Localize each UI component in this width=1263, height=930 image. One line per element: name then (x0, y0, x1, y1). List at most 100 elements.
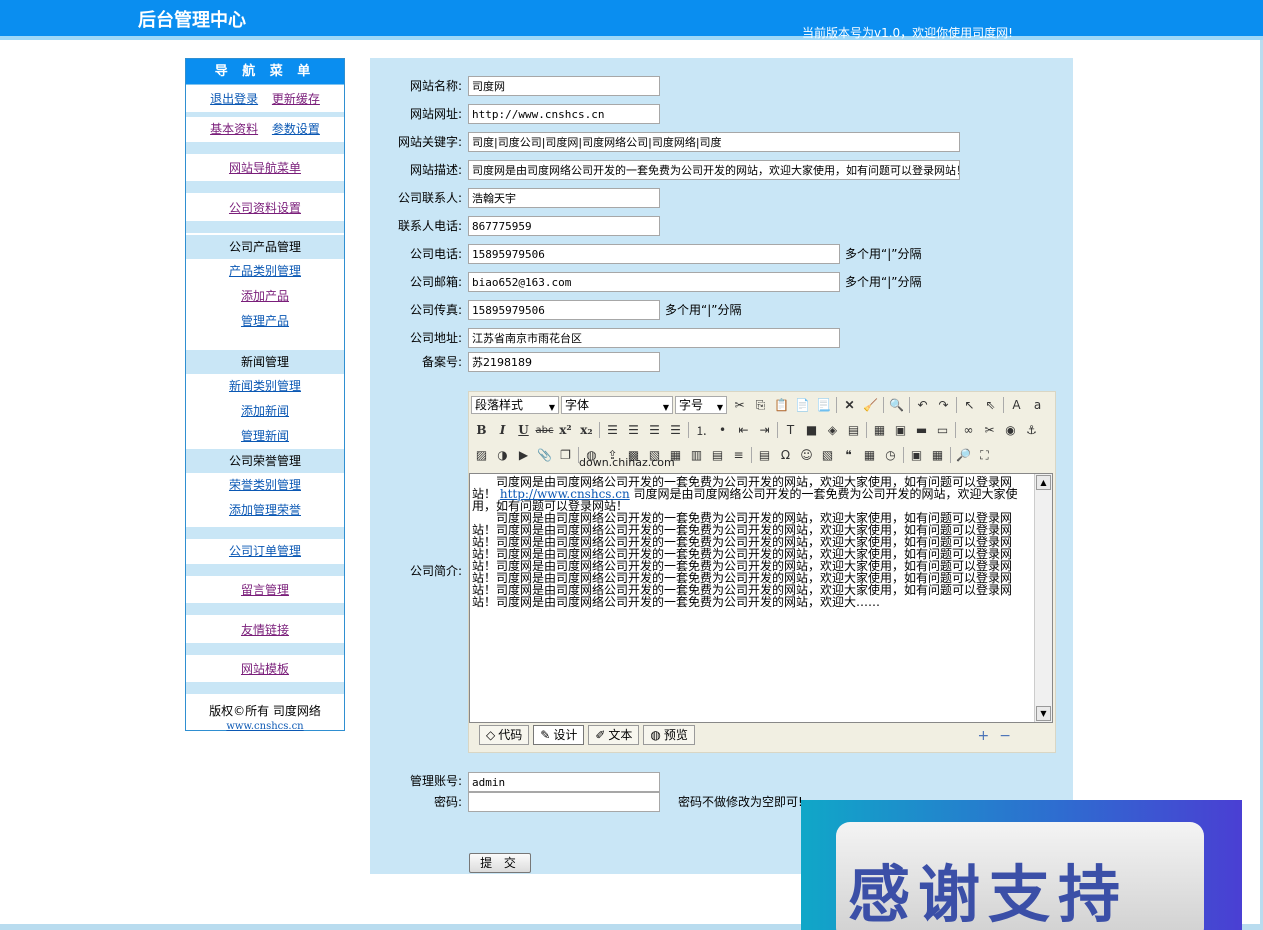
news-category-link[interactable]: 新闻类别管理 (229, 379, 301, 393)
time-icon[interactable]: ◷ (880, 445, 901, 465)
message-link[interactable]: 留言管理 (241, 583, 289, 597)
manage-product-link[interactable]: 管理产品 (241, 314, 289, 328)
indent-icon[interactable]: ⇥ (754, 420, 775, 440)
special-char-icon[interactable]: Ω (775, 445, 796, 465)
copy-icon[interactable]: ⎘ (750, 395, 771, 415)
font-select[interactable]: 字体 (561, 396, 673, 416)
email-input[interactable]: biao652@163.com (468, 272, 840, 292)
code-mode-button[interactable]: ◇ 代码 (479, 725, 530, 745)
web-link-icon[interactable]: ◉ (1000, 420, 1021, 440)
layer-icon[interactable]: ❐ (555, 445, 576, 465)
underline-icon[interactable]: U (513, 420, 534, 440)
fullscreen-icon[interactable]: ⛶ (974, 445, 995, 465)
admin-input[interactable]: admin (468, 772, 660, 792)
marquee-icon[interactable]: ▧ (817, 445, 838, 465)
align-justify-icon[interactable]: ☰ (665, 420, 686, 440)
fieldset-icon[interactable]: ▣ (906, 445, 927, 465)
paste-text-icon[interactable]: 📄 (792, 395, 813, 415)
pointer-icon[interactable]: ⇖ (980, 395, 1001, 415)
align-center-icon[interactable]: ☰ (623, 420, 644, 440)
friend-links-link[interactable]: 友情链接 (241, 623, 289, 637)
password-input[interactable] (468, 792, 660, 812)
superscript-icon[interactable]: x² (555, 420, 576, 440)
contact-phone-input[interactable]: 867775959 (468, 216, 660, 236)
text-mode-button[interactable]: ✐ 文本 (588, 725, 640, 745)
unlink-icon[interactable]: ✂ (979, 420, 1000, 440)
italic-icon[interactable]: I (492, 420, 513, 440)
paste-word-icon[interactable]: 📃 (813, 395, 834, 415)
design-mode-button[interactable]: ✎ 设计 (533, 725, 585, 745)
date-icon[interactable]: ▦ (859, 445, 880, 465)
site-nav-link[interactable]: 网站导航菜单 (229, 161, 301, 175)
ordered-list-icon[interactable]: ⒈ (691, 420, 712, 440)
fax-input[interactable]: 15895979506 (468, 300, 660, 320)
table-icon[interactable]: ▦ (869, 420, 890, 440)
paste-icon[interactable]: 📋 (771, 395, 792, 415)
add-product-link[interactable]: 添加产品 (241, 289, 289, 303)
submit-button[interactable]: 提 交 (469, 853, 531, 873)
refresh-cache-link[interactable]: 更新缓存 (272, 92, 320, 106)
image-icon[interactable]: ▨ (471, 445, 492, 465)
add-news-link[interactable]: 添加新闻 (241, 404, 289, 418)
zoom-icon[interactable]: 🔎 (953, 445, 974, 465)
clear-format-icon[interactable]: 🧹 (860, 395, 881, 415)
logout-link[interactable]: 退出登录 (210, 92, 258, 106)
scroll-up-icon[interactable]: ▲ (1036, 475, 1051, 490)
site-url-input[interactable]: http://www.cnshcs.cn (468, 104, 660, 124)
font-size-select[interactable]: 字号 (675, 396, 727, 416)
flash-icon[interactable]: ◑ (492, 445, 513, 465)
template-link[interactable]: 网站模板 (241, 662, 289, 676)
delete-icon[interactable]: ✕ (839, 395, 860, 415)
zoom-in-icon[interactable]: + (978, 728, 990, 744)
select-all-icon[interactable]: ↖ (959, 395, 980, 415)
anchor-icon[interactable]: ⚓ (1021, 420, 1042, 440)
site-name-input[interactable]: 司度网 (468, 76, 660, 96)
align-left-icon[interactable]: ☰ (602, 420, 623, 440)
hr-icon[interactable]: ▬ (911, 420, 932, 440)
add-honor-link[interactable]: 添加管理荣誉 (229, 503, 301, 517)
phone-input[interactable]: 15895979506 (468, 244, 840, 264)
copyright-url-link[interactable]: www.cnshcs.cn (186, 721, 344, 732)
product-category-link[interactable]: 产品类别管理 (229, 264, 301, 278)
manage-news-link[interactable]: 管理新闻 (241, 429, 289, 443)
frame-icon[interactable]: ▣ (890, 420, 911, 440)
bold-icon[interactable]: B (471, 420, 492, 440)
cells-icon[interactable]: ▦ (927, 445, 948, 465)
quote-icon[interactable]: ❝ (838, 445, 859, 465)
unordered-list-icon[interactable]: • (712, 420, 733, 440)
emoticon-icon[interactable]: ☺ (796, 445, 817, 465)
address-input[interactable]: 江苏省南京市雨花台区 (468, 328, 840, 348)
editor-scrollbar[interactable]: ▲ ▼ (1034, 474, 1052, 722)
zoom-out-icon[interactable]: − (999, 728, 1011, 744)
snippet-icon[interactable]: ▤ (707, 445, 728, 465)
keywords-input[interactable]: 司度|司度公司|司度网|司度网络公司|司度网络|司度 (468, 132, 960, 152)
input-field-icon[interactable]: ▭ (932, 420, 953, 440)
text-color-icon[interactable]: T (780, 420, 801, 440)
fill-icon[interactable]: ◈ (822, 420, 843, 440)
paragraph-style-select[interactable]: 段落样式 (471, 396, 559, 416)
font-size-down-icon[interactable]: a (1027, 395, 1048, 415)
bg-color-icon[interactable]: ■ (801, 420, 822, 440)
media-icon[interactable]: ▶ (513, 445, 534, 465)
preview-mode-button[interactable]: ◍ 预览 (643, 725, 695, 745)
editor-content-area[interactable]: 司度网是由司度网络公司开发的一套免费为公司开发的网站，欢迎大家使用，如有问题可以… (469, 473, 1053, 723)
paragraph-icon[interactable]: ≡ (728, 445, 749, 465)
outdent-icon[interactable]: ⇤ (733, 420, 754, 440)
honor-category-link[interactable]: 荣誉类别管理 (229, 478, 301, 492)
subscript-icon[interactable]: x₂ (576, 420, 597, 440)
cut-icon[interactable]: ✂ (729, 395, 750, 415)
order-link[interactable]: 公司订单管理 (229, 544, 301, 558)
param-settings-link[interactable]: 参数设置 (272, 122, 320, 136)
redo-icon[interactable]: ↷ (933, 395, 954, 415)
find-icon[interactable]: 🔍 (886, 395, 907, 415)
description-input[interactable]: 司度网是由司度网络公司开发的一套免费为公司开发的网站，欢迎大家使用，如有问题可以… (468, 160, 960, 180)
icp-input[interactable]: 苏2198189 (468, 352, 660, 372)
format-icon[interactable]: ▤ (843, 420, 864, 440)
align-right-icon[interactable]: ☰ (644, 420, 665, 440)
basic-info-link[interactable]: 基本资料 (210, 122, 258, 136)
undo-icon[interactable]: ↶ (912, 395, 933, 415)
link-icon[interactable]: ∞ (958, 420, 979, 440)
company-info-link[interactable]: 公司资料设置 (229, 201, 301, 215)
font-size-up-icon[interactable]: A (1006, 395, 1027, 415)
strikethrough-icon[interactable]: abc (534, 420, 555, 440)
